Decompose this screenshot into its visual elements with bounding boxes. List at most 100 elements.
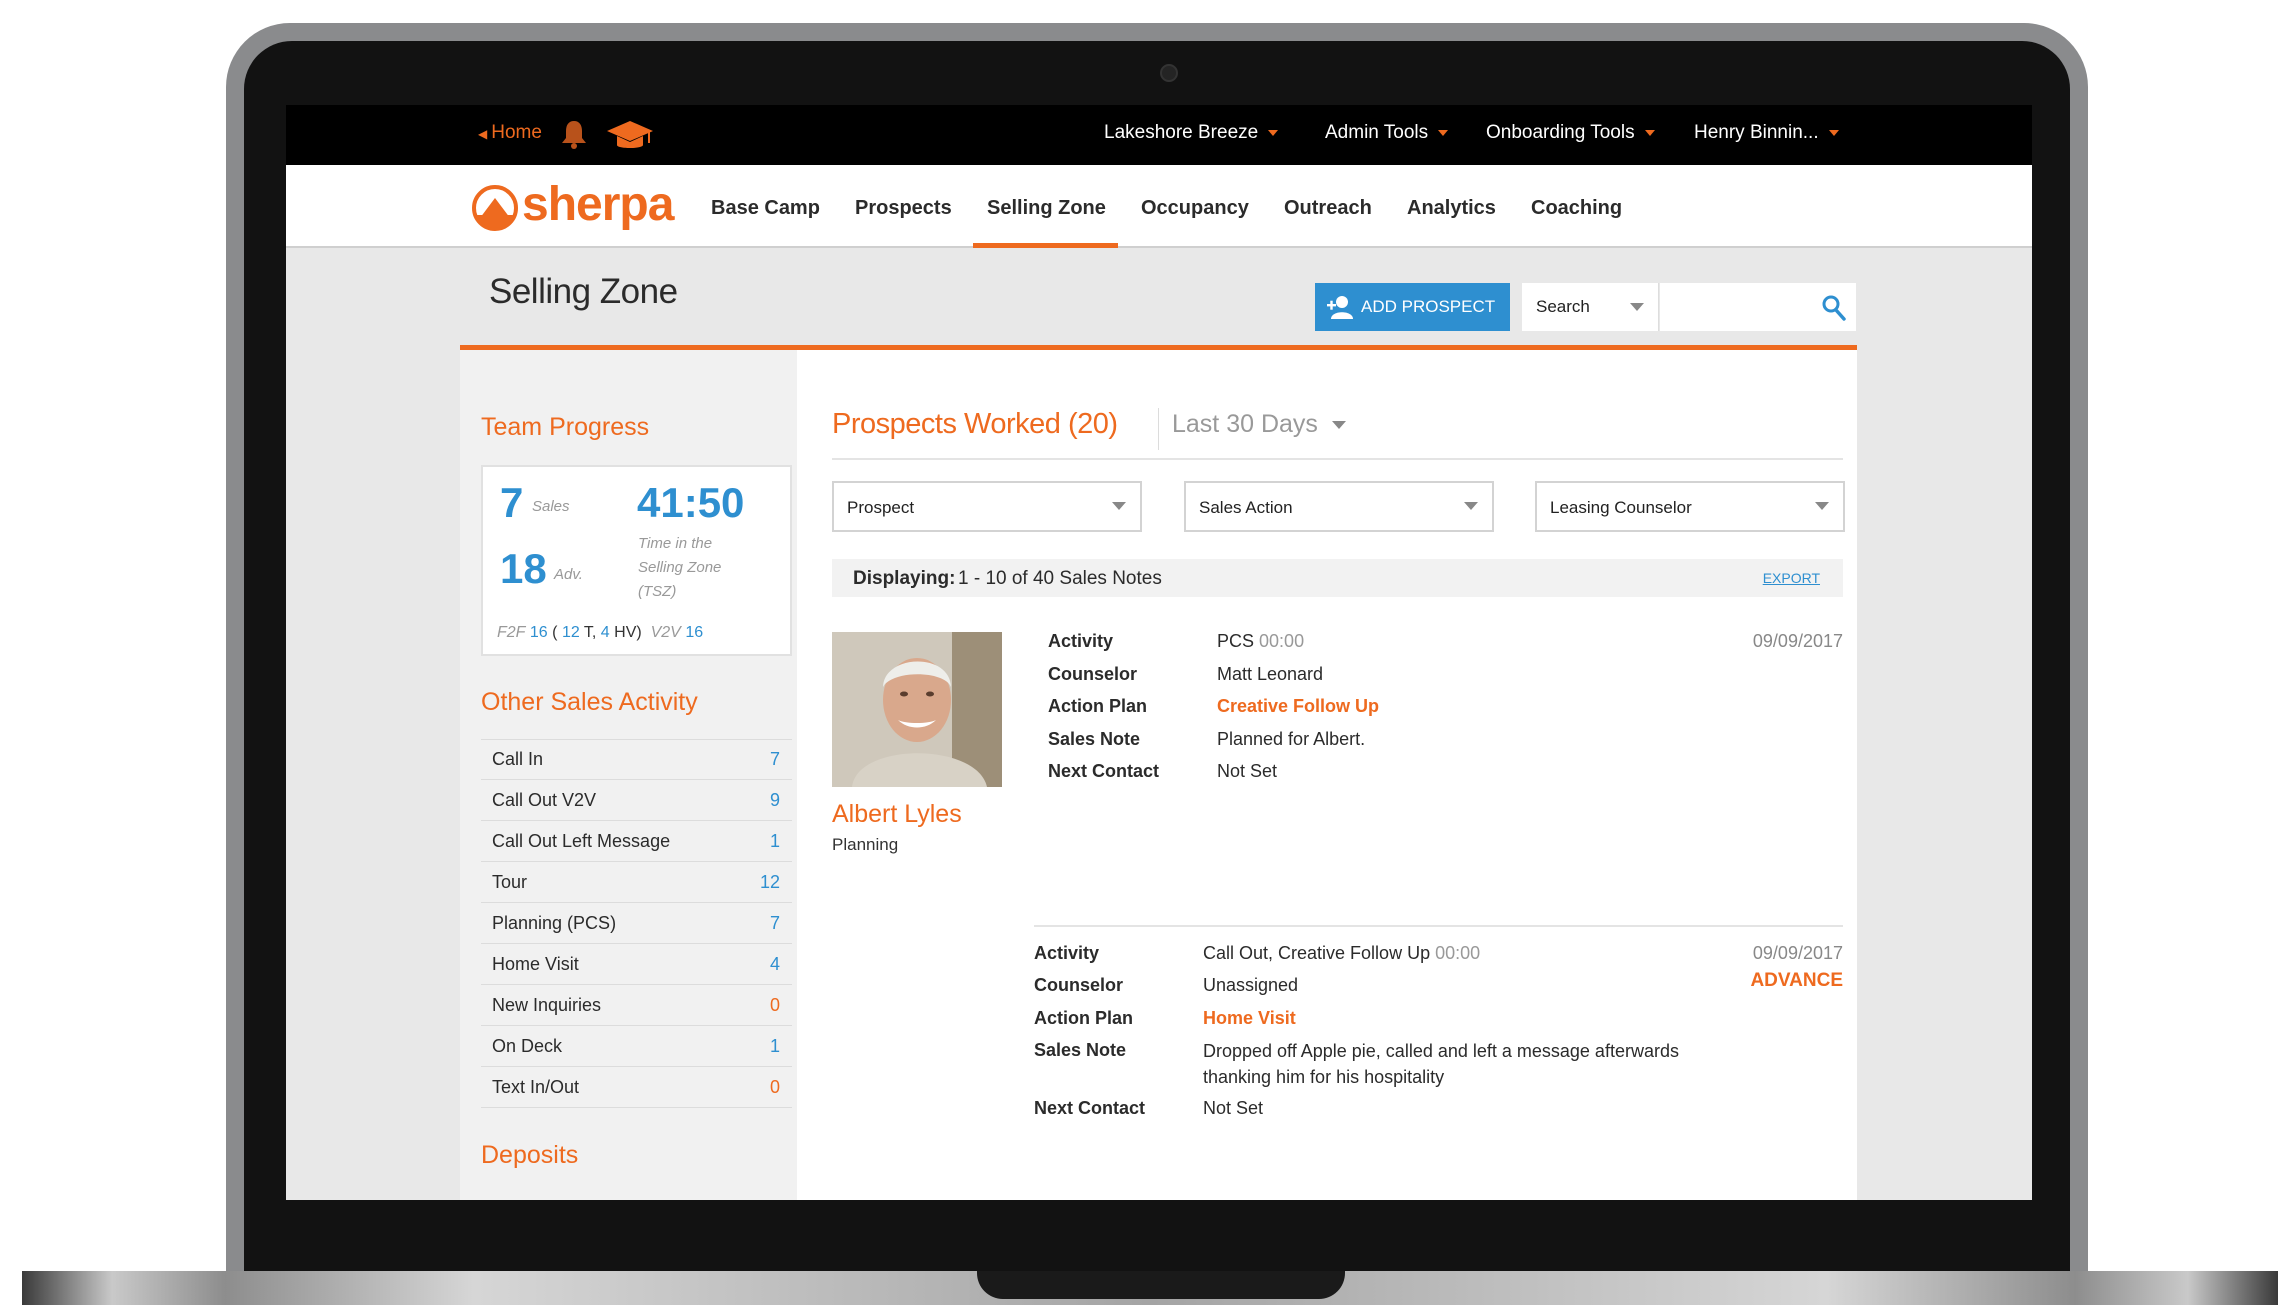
- graduation-cap-icon[interactable]: [606, 119, 654, 153]
- nav-occupancy[interactable]: Occupancy: [1141, 197, 1249, 220]
- activity-row[interactable]: Text In/Out 0: [481, 1067, 792, 1108]
- note-1-sales-note-label: Sales Note: [1048, 729, 1141, 749]
- chevron-down-icon: [1464, 502, 1478, 510]
- note-2-action-plan-link[interactable]: Home Visit: [1203, 1008, 1296, 1029]
- nav-outreach[interactable]: Outreach: [1284, 197, 1372, 220]
- prospects-worked-title: Prospects Worked (20): [832, 408, 1118, 440]
- camera-icon: [1160, 64, 1178, 82]
- chevron-down-icon: [1828, 129, 1839, 136]
- laptop-base-notch: [977, 1271, 1345, 1299]
- sales-count: 7: [500, 479, 524, 526]
- note-1-counselor: Matt Leonard: [1217, 664, 1324, 684]
- sherpa-logo-icon[interactable]: [472, 185, 518, 231]
- leasing-counselor-filter-select[interactable]: Leasing Counselor: [1535, 481, 1845, 532]
- note-2-action-plan-label: Action Plan: [1034, 1008, 1134, 1028]
- note-2-activity-label: Activity: [1034, 943, 1100, 963]
- activity-row[interactable]: Call Out Left Message 1: [481, 821, 792, 862]
- activity-count[interactable]: 12: [760, 872, 780, 893]
- activity-label: Call Out Left Message: [492, 831, 671, 851]
- prospect-avatar[interactable]: [832, 632, 1002, 787]
- note-1-next-contact: Not Set: [1217, 761, 1278, 781]
- note-1-action-plan-link[interactable]: Creative Follow Up: [1217, 696, 1379, 717]
- note-1-sales-note: Planned for Albert.: [1217, 729, 1366, 749]
- chevron-down-icon: [1268, 129, 1279, 136]
- bell-icon[interactable]: [560, 119, 588, 149]
- activity-count[interactable]: 1: [770, 1036, 780, 1057]
- note-2-counselor-label: Counselor: [1034, 975, 1124, 995]
- note-1-next-contact-label: Next Contact: [1048, 761, 1160, 781]
- app-screen: ◀ Home Lakeshore Breeze Admin Tools Onboa…: [286, 105, 2032, 1200]
- user-menu[interactable]: Henry Binnin...: [1694, 122, 1839, 144]
- activity-count[interactable]: 7: [770, 749, 780, 770]
- note-2-date: 09/09/2017: [1752, 943, 1843, 963]
- export-link[interactable]: EXPORT: [1763, 570, 1820, 586]
- activity-row[interactable]: Call In 7: [481, 739, 792, 780]
- activity-label: Planning (PCS): [492, 913, 617, 933]
- note-2-activity: Call Out, Creative Follow Up 00:00: [1203, 943, 1481, 963]
- tsz-label-line-3: (TSZ): [638, 583, 677, 600]
- section-divider: [832, 458, 1843, 460]
- avatar-portrait-icon: [832, 632, 1002, 787]
- search-icon[interactable]: [1822, 295, 1846, 321]
- nav-base-camp[interactable]: Base Camp: [711, 197, 820, 220]
- activity-count[interactable]: 0: [770, 1077, 780, 1098]
- nav-analytics[interactable]: Analytics: [1407, 197, 1496, 220]
- activity-row[interactable]: Planning (PCS) 7: [481, 903, 792, 944]
- activity-count[interactable]: 1: [770, 831, 780, 852]
- search-type-select[interactable]: Search: [1522, 283, 1659, 331]
- prospect-name-link[interactable]: Albert Lyles: [832, 800, 962, 829]
- advance-link[interactable]: ADVANCE: [1750, 970, 1843, 992]
- activity-label: Call In: [492, 749, 544, 769]
- team-progress-title: Team Progress: [481, 413, 650, 441]
- title-separator: [1158, 408, 1159, 450]
- active-tab-indicator: [973, 243, 1118, 248]
- nav-selling-zone[interactable]: Selling Zone: [987, 197, 1106, 220]
- activity-label: On Deck: [492, 1036, 563, 1056]
- activity-row[interactable]: Home Visit 4: [481, 944, 792, 985]
- adv-count: 18: [500, 545, 547, 592]
- contact-mix-line: F2F 16 ( 12 T, 4 HV) V2V 16: [497, 624, 704, 641]
- adv-label: Adv.: [554, 566, 583, 583]
- activity-count[interactable]: 0: [770, 995, 780, 1016]
- location-menu[interactable]: Lakeshore Breeze: [1104, 122, 1279, 144]
- nav-prospects[interactable]: Prospects: [855, 197, 952, 220]
- note-1-counselor-label: Counselor: [1048, 664, 1138, 684]
- note-2-sales-note-label: Sales Note: [1034, 1040, 1127, 1060]
- add-prospect-button[interactable]: ADD PROSPECT: [1315, 283, 1510, 331]
- note-2-sales-note: Dropped off Apple pie, called and left a…: [1203, 1041, 1679, 1087]
- nav-coaching[interactable]: Coaching: [1531, 197, 1622, 220]
- chevron-down-icon: [1644, 129, 1655, 136]
- activity-row[interactable]: Tour 12: [481, 862, 792, 903]
- prospect-status: Planning: [832, 835, 899, 854]
- tsz-label-line-1: Time in the: [638, 535, 713, 552]
- logo-text[interactable]: sherpa: [522, 177, 674, 232]
- note-divider: [1034, 925, 1843, 927]
- admin-tools-menu[interactable]: Admin Tools: [1325, 122, 1449, 144]
- chevron-down-icon: [1112, 502, 1126, 510]
- activity-row[interactable]: New Inquiries 0: [481, 985, 792, 1026]
- prospect-filter-select[interactable]: Prospect: [832, 481, 1142, 532]
- note-2-next-contact: Not Set: [1203, 1098, 1264, 1118]
- activity-label: Home Visit: [492, 954, 579, 974]
- activity-count[interactable]: 4: [770, 954, 780, 975]
- chevron-down-icon: [1331, 421, 1346, 430]
- tsz-time: 41:50: [637, 479, 745, 526]
- results-summary-bar: Displaying: 1 - 10 of 40 Sales Notes EXP…: [832, 559, 1843, 597]
- activity-row[interactable]: On Deck 1: [481, 1026, 792, 1067]
- date-range-select[interactable]: Last 30 Days: [1172, 410, 1346, 439]
- activity-count[interactable]: 9: [770, 790, 780, 811]
- activity-count[interactable]: 7: [770, 913, 780, 934]
- onboarding-tools-menu[interactable]: Onboarding Tools: [1486, 122, 1655, 144]
- note-1-date: 09/09/2017: [1752, 631, 1843, 651]
- activity-row[interactable]: Call Out V2V 9: [481, 780, 792, 821]
- note-1-activity: PCS 00:00: [1217, 631, 1305, 651]
- chevron-down-icon: [1630, 303, 1644, 311]
- home-link[interactable]: ◀ Home: [478, 122, 542, 144]
- page-title: Selling Zone: [489, 272, 678, 311]
- note-1-activity-label: Activity: [1048, 631, 1114, 651]
- activity-label: New Inquiries: [492, 995, 602, 1015]
- tsz-label-line-2: Selling Zone: [638, 559, 722, 576]
- sales-action-filter-select[interactable]: Sales Action: [1184, 481, 1494, 532]
- chevron-down-icon: [1438, 129, 1449, 136]
- sales-label: Sales: [532, 498, 570, 515]
